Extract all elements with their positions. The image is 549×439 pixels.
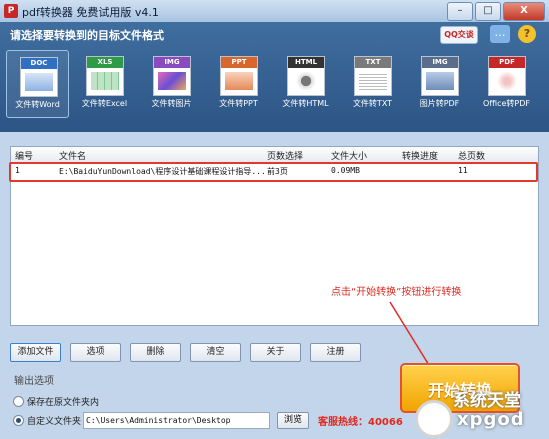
support-hotline: 客服热线：40066 <box>318 417 403 428</box>
watermark-logo-icon <box>415 400 453 438</box>
options-button[interactable]: 选项 <box>70 343 121 362</box>
delete-button[interactable]: 删除 <box>130 343 181 362</box>
radio-custom-folder[interactable] <box>13 415 24 426</box>
custom-folder-label[interactable]: 自定义文件夹 <box>27 414 81 427</box>
watermark-cn: 系统天堂 <box>453 391 521 411</box>
radio-save-source[interactable] <box>13 396 24 407</box>
browse-button[interactable]: 浏览 <box>277 412 309 429</box>
watermark-en: xpgod <box>457 409 525 430</box>
clear-button[interactable]: 清空 <box>190 343 241 362</box>
output-options-title: 输出选项 <box>14 376 54 387</box>
site-watermark: 系统天堂 xpgod <box>407 384 549 439</box>
register-button[interactable]: 注册 <box>310 343 361 362</box>
about-button[interactable]: 关于 <box>250 343 301 362</box>
add-file-button[interactable]: 添加文件 <box>10 343 61 362</box>
output-path-field[interactable]: C:\Users\Administrator\Desktop <box>83 412 270 429</box>
action-buttons: 添加文件 选项 删除 清空 关于 注册 <box>10 343 361 362</box>
save-source-label[interactable]: 保存在原文件夹内 <box>27 395 99 408</box>
